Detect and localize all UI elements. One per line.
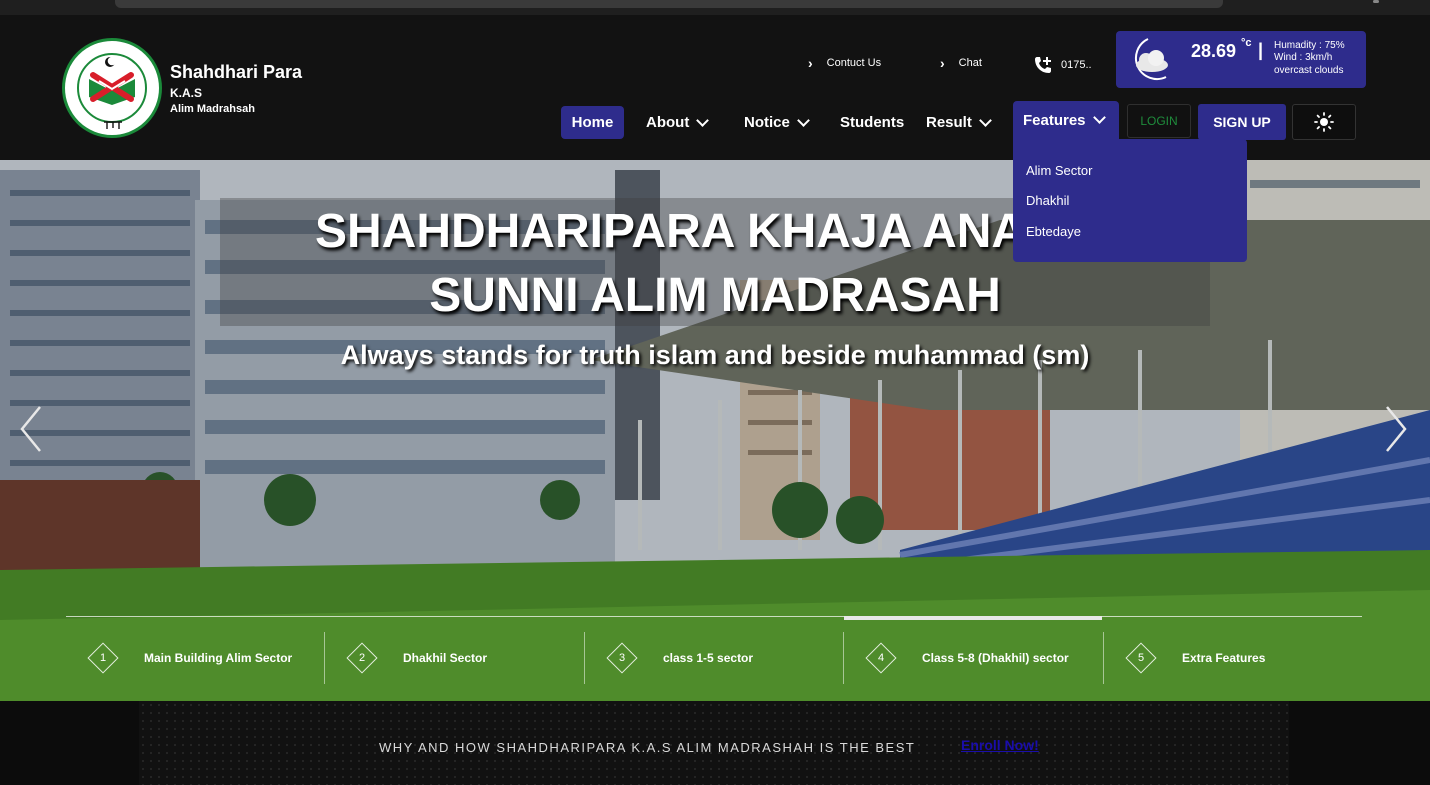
brand-subtitle: K.A.S [170,86,203,100]
nav-result-label: Result [926,114,972,131]
sun-icon [1314,112,1334,132]
browser-menu-dot[interactable] [1373,0,1379,3]
chevron-left-icon[interactable] [20,405,42,453]
nav-result[interactable]: Result [926,106,992,139]
weather-description: overcast clouds [1274,65,1344,76]
dropdown-item-alim-sector[interactable]: Alim Sector [1026,163,1092,178]
slide-label: Class 5-8 (Dhakhil) sector [922,651,1069,665]
temperature-unit: °c [1241,37,1252,49]
features-dropdown-menu: Alim Sector Dhakhil Ebtedaye [1013,139,1247,262]
nav-students[interactable]: Students [840,106,904,139]
slide-number-badge: 5 [1125,642,1157,674]
chat-label: Chat [958,57,982,69]
humidity: Humadity : 75% [1274,40,1345,51]
slide-label: Extra Features [1182,651,1266,665]
enroll-now-link[interactable]: Enroll Now! [961,737,1039,753]
nav-home[interactable]: Home [561,106,624,139]
phone-add-icon [1035,57,1051,73]
hero-title-line2: SUNNI ALIM MADRASAH [429,269,1001,322]
open-book-icon [89,72,135,105]
chevron-down-icon [1092,111,1106,124]
slide-number-badge: 3 [606,642,638,674]
nav-features-label: Features [1023,111,1086,129]
nav-home-label: Home [571,114,614,131]
brand-title[interactable]: Shahdhari Para [170,62,302,83]
temperature: 28.69 [1191,41,1237,61]
signup-button[interactable]: SIGN UP [1198,104,1286,140]
info-banner-section: WHY AND HOW SHAHDHARIPARA K.A.S ALIM MAD… [0,701,1430,785]
cloud-moon-icon [1135,38,1168,80]
slider-progress-track [66,616,1362,617]
chevron-down-icon [796,113,810,127]
logo-text-mark [104,121,122,129]
chevron-right-icon: › [808,55,813,71]
nav-about-label: About [646,114,690,131]
chevron-down-icon [696,113,710,127]
slide-tab-1[interactable]: 1 Main Building Alim Sector [66,632,324,684]
login-button[interactable]: LOGIN [1127,104,1191,138]
why-best-heading: WHY AND HOW SHAHDHARIPARA K.A.S ALIM MAD… [379,740,916,755]
nav-about[interactable]: About [646,106,710,139]
nav-students-label: Students [840,114,905,131]
chat-link[interactable]: › Chat [940,55,982,71]
slide-number: 5 [1137,652,1145,664]
slide-number: 3 [618,652,626,664]
phone-number: 0175.. [1061,59,1092,71]
dropdown-item-ebtedaye[interactable]: Ebtedaye [1026,224,1081,239]
phone-link[interactable]: 0175.. [1033,55,1092,75]
slide-tab-5[interactable]: 5 Extra Features [1104,632,1362,684]
slide-number: 2 [358,652,366,664]
slide-number: 4 [877,652,885,664]
wind: Wind : 3km/h [1274,52,1333,63]
slide-label: Dhakhil Sector [403,651,488,665]
theme-toggle-button[interactable] [1292,104,1356,140]
chevron-right-icon: › [940,55,945,71]
browser-tab[interactable] [115,0,1223,8]
dropdown-item-dhakhil[interactable]: Dhakhil [1026,193,1069,208]
slide-tab-3[interactable]: 3 class 1-5 sector [585,632,843,684]
weather-widget: 28.69 °c | Humadity : 75% Wind : 3km/h o… [1116,31,1366,88]
brand-tagline: Alim Madrahsah [170,103,255,115]
logo[interactable] [62,38,162,138]
hero-subtitle: Always stands for truth islam and beside… [340,340,1090,370]
slide-number: 1 [99,652,107,664]
nav-notice-label: Notice [744,114,790,131]
slide-number-badge: 1 [87,642,119,674]
weather-divider: | [1258,40,1264,60]
nav-features[interactable]: Features [1013,101,1119,139]
chevron-down-icon [978,113,992,127]
slide-label: Main Building Alim Sector [144,651,293,665]
slide-number-badge: 2 [346,642,378,674]
browser-tab-strip [0,0,1430,15]
slide-number-badge: 4 [865,642,897,674]
slide-label: class 1-5 sector [663,651,754,665]
contact-us-link[interactable]: › Contuct Us [808,55,881,71]
slide-tab-2[interactable]: 2 Dhakhil Sector [325,632,583,684]
slide-tab-4[interactable]: 4 Class 5-8 (Dhakhil) sector [844,632,1102,684]
slider-active-indicator [844,616,1102,620]
chevron-right-icon[interactable] [1385,405,1407,453]
contact-us-label: Contuct Us [826,57,882,69]
nav-notice[interactable]: Notice [744,106,810,139]
